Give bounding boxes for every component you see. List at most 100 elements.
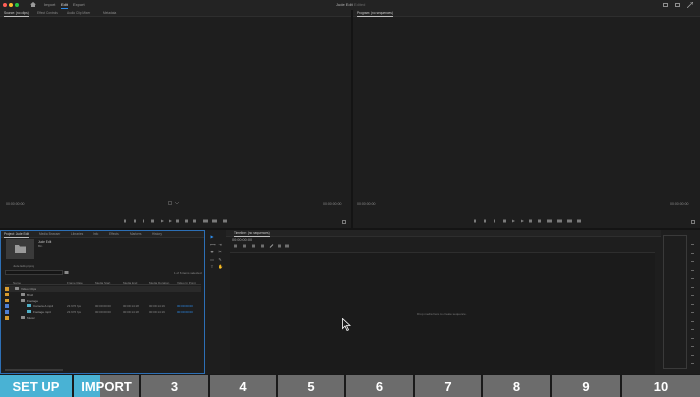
bin-thumbnail[interactable] bbox=[6, 239, 34, 259]
step-6-button[interactable]: 6 bbox=[346, 375, 413, 397]
source-timecode-duration: 00:00:00:00 bbox=[323, 202, 342, 206]
step-7-button[interactable]: 7 bbox=[415, 375, 481, 397]
project-columns-header: Name Frame Rate Media Start Media End Me… bbox=[5, 280, 201, 285]
tab-effects[interactable]: Effects bbox=[109, 232, 119, 237]
items-selected-count: 1 of 6 items selected bbox=[174, 271, 202, 275]
project-folder-row[interactable]: Music bbox=[5, 315, 201, 321]
tab-effect-controls[interactable]: Effect Controls bbox=[37, 11, 58, 16]
program-timecode-current[interactable]: 00:00:00:00 bbox=[357, 202, 376, 206]
source-timecode-current[interactable]: 00:00:00:00 bbox=[6, 202, 25, 206]
new-bin-icon[interactable] bbox=[64, 270, 69, 275]
tab-metadata[interactable]: Metadata bbox=[103, 11, 116, 16]
project-clip-row[interactable]: Footage.mp4 23.976 fps 00:00:00:00 00:09:14… bbox=[5, 309, 201, 315]
minimize-window-button[interactable] bbox=[9, 3, 13, 7]
item-name: Footage bbox=[27, 298, 39, 303]
column-video-in-point[interactable]: Video In Point bbox=[177, 281, 196, 285]
folder-icon bbox=[15, 287, 19, 290]
razor-tool-icon[interactable]: ✂ bbox=[218, 250, 222, 254]
label-color-swatch[interactable] bbox=[5, 316, 9, 320]
project-path: Jude Edit.prproj bbox=[13, 264, 35, 268]
program-transport-controls[interactable] bbox=[474, 219, 584, 223]
item-name: Camera A.mp4 bbox=[33, 304, 54, 309]
pen-tool-icon[interactable]: ✎ bbox=[218, 257, 222, 262]
tab-timeline[interactable]: Timeline: (no sequences) bbox=[234, 231, 270, 237]
type-tool-icon[interactable]: T bbox=[210, 265, 214, 269]
tab-media-browser[interactable]: Media Browser bbox=[39, 232, 60, 237]
label-color-swatch[interactable] bbox=[5, 292, 9, 297]
tab-project[interactable]: Project: Jude Edit bbox=[4, 232, 29, 238]
step-3-button[interactable]: 3 bbox=[141, 375, 208, 397]
column-media-start[interactable]: Media Start bbox=[95, 281, 110, 285]
program-monitor-panel: Program: (no sequences) 00:00:00:00 00:0… bbox=[353, 10, 700, 228]
hand-tool-icon[interactable]: ✋ bbox=[218, 265, 223, 269]
source-settings-icon[interactable] bbox=[342, 220, 346, 224]
timeline-timecode[interactable]: 00:00:00:00 bbox=[232, 238, 252, 242]
source-monitor-panel: Source: (no clips) Effect Controls Audio… bbox=[0, 10, 351, 228]
tab-program[interactable]: Program: (no sequences) bbox=[357, 11, 393, 17]
column-media-end[interactable]: Media End bbox=[123, 281, 137, 285]
tab-audio-clip-mixer[interactable]: Audio Clip Mixer bbox=[67, 11, 90, 16]
tab-info[interactable]: Info bbox=[93, 232, 98, 237]
home-icon[interactable] bbox=[30, 2, 36, 7]
step-10-button[interactable]: 10 bbox=[622, 375, 700, 397]
column-name[interactable]: Name bbox=[13, 281, 21, 285]
audio-meter-bars bbox=[663, 235, 687, 369]
item-start: 00:00:00:00 bbox=[95, 304, 111, 309]
meter-tick bbox=[691, 286, 694, 288]
project-title-status: Edited bbox=[354, 2, 366, 7]
label-color-swatch[interactable] bbox=[5, 310, 9, 314]
meter-tick bbox=[691, 278, 694, 279]
video-clip-icon bbox=[27, 310, 31, 314]
project-panel-header: Project: Jude Edit Media Browser Librari… bbox=[1, 231, 204, 238]
program-monitor-header: Program: (no sequences) bbox=[353, 10, 700, 17]
tab-source[interactable]: Source: (no clips) bbox=[4, 11, 29, 17]
project-folder-row[interactable]: Broll bbox=[5, 292, 201, 298]
meter-tick bbox=[691, 320, 694, 322]
step-2-button[interactable]: IMPORT bbox=[74, 375, 139, 397]
column-media-duration[interactable]: Media Duration bbox=[149, 281, 169, 285]
project-panel: Project: Jude Edit Media Browser Librari… bbox=[0, 230, 205, 374]
slip-tool-icon[interactable]: ⬌ bbox=[210, 250, 214, 254]
tab-export[interactable]: Export bbox=[73, 2, 85, 8]
program-settings-icon[interactable] bbox=[691, 220, 695, 224]
selection-tool-icon[interactable]: ▶ bbox=[210, 235, 214, 239]
item-end: 00:09:14:18 bbox=[123, 310, 139, 315]
expand-icon[interactable] bbox=[686, 1, 694, 9]
tab-edit[interactable]: Edit bbox=[61, 2, 68, 9]
project-clip-row[interactable]: Camera A.mp4 23.976 fps 00:00:00:00 00:09:1… bbox=[5, 303, 201, 309]
quick-export-icon[interactable] bbox=[663, 3, 668, 7]
step-4-button[interactable]: 4 bbox=[210, 375, 276, 397]
label-color-swatch[interactable] bbox=[5, 298, 9, 303]
step-5-button[interactable]: 5 bbox=[278, 375, 344, 397]
project-scrollbar[interactable] bbox=[5, 369, 63, 371]
timeline-toolbar[interactable] bbox=[232, 244, 292, 248]
tab-libraries[interactable]: Libraries bbox=[71, 232, 83, 237]
tab-markers[interactable]: Markers bbox=[130, 232, 142, 237]
step-1-button[interactable]: SET UP bbox=[0, 375, 72, 397]
fullscreen-icon[interactable] bbox=[675, 3, 680, 7]
meter-tick bbox=[691, 269, 694, 271]
source-zoom-select[interactable] bbox=[168, 201, 182, 206]
step-9-button[interactable]: 9 bbox=[552, 375, 620, 397]
mouse-cursor-icon bbox=[342, 317, 352, 332]
timeline-track-area[interactable]: Drop media here to create sequence. bbox=[230, 252, 655, 374]
close-window-button[interactable] bbox=[3, 3, 7, 7]
tab-history[interactable]: History bbox=[152, 232, 162, 237]
label-color-swatch[interactable] bbox=[5, 304, 9, 308]
video-clip-icon bbox=[27, 304, 31, 308]
item-in: 00:00:00:00 bbox=[177, 310, 193, 315]
program-timecode-duration: 00:00:00:00 bbox=[670, 202, 689, 206]
project-search-input[interactable] bbox=[5, 270, 63, 275]
tab-import[interactable]: Import bbox=[44, 2, 55, 8]
step-8-button[interactable]: 8 bbox=[483, 375, 550, 397]
rectangle-tool-icon[interactable]: ▭ bbox=[210, 257, 214, 262]
label-color-swatch[interactable] bbox=[5, 287, 9, 291]
track-select-tool-icon[interactable]: ⇥ bbox=[218, 242, 222, 247]
project-folder-row[interactable]: Video Clips bbox=[5, 286, 201, 292]
zoom-window-button[interactable] bbox=[15, 3, 19, 7]
bin-type: Bin bbox=[38, 244, 43, 248]
source-transport-controls[interactable] bbox=[124, 219, 230, 223]
ripple-edit-tool-icon[interactable]: ⟷ bbox=[210, 242, 216, 247]
project-folder-row[interactable]: Footage bbox=[5, 298, 201, 304]
column-frame-rate[interactable]: Frame Rate bbox=[67, 281, 83, 285]
